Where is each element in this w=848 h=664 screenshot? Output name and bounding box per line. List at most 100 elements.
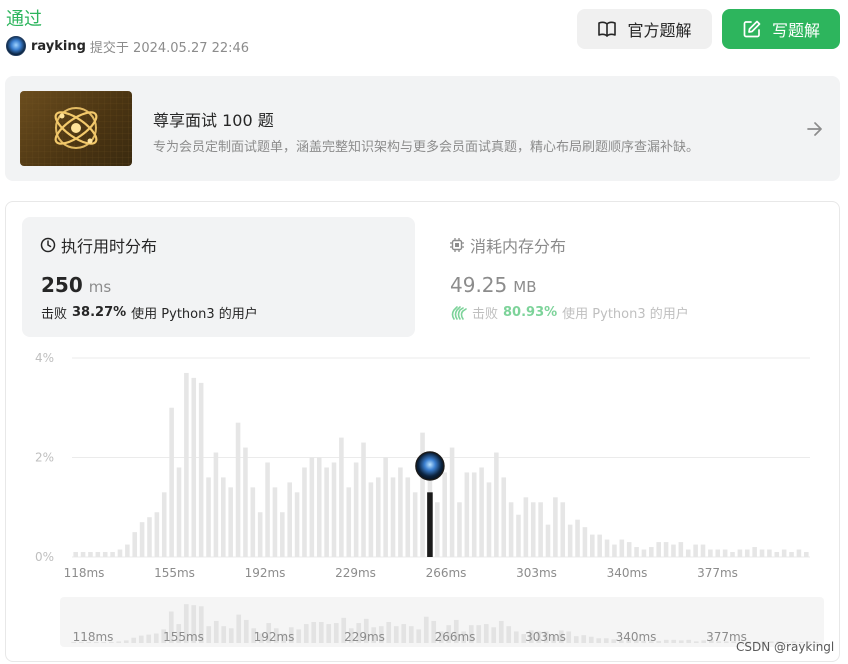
runtime-title: 执行用时分布 [40, 233, 157, 257]
overview-x-tick-label: 266ms [435, 630, 476, 644]
chart-bar [671, 544, 676, 557]
x-tick-label: 303ms [516, 566, 557, 580]
chart-bar [752, 547, 757, 557]
overview-bar [243, 619, 249, 643]
chart-bar [176, 467, 182, 557]
overview-bar [206, 626, 212, 643]
chart-bar [294, 492, 300, 557]
chart-bar [553, 497, 558, 557]
chart-bar [353, 462, 359, 557]
chart-bar [243, 447, 248, 557]
memory-beat-percent: 80.93% [503, 305, 558, 320]
arrow-right-icon[interactable] [805, 119, 825, 139]
overview-bar [483, 624, 489, 643]
memory-card[interactable]: 消耗内存分布 49.25 MB 击败 80.93% 使用 Python3 的用户 [431, 217, 824, 337]
chart-bar [110, 552, 115, 557]
chart-bar [479, 467, 484, 557]
overview-bar [656, 640, 662, 643]
overview-bar [123, 640, 129, 643]
chart-bar [767, 549, 772, 557]
overview-bar [401, 624, 407, 643]
chart-bar [560, 502, 566, 557]
chart-bar [139, 522, 145, 557]
chart-bar [715, 549, 721, 557]
chart-bar [331, 462, 337, 557]
avatar-marker [415, 451, 445, 481]
edit-icon [743, 20, 761, 38]
chart-bar [435, 502, 440, 557]
overview-bar [671, 639, 677, 643]
chart-bar [663, 542, 669, 557]
chart-bar [95, 552, 101, 557]
clap-icon [451, 305, 467, 320]
runtime-beat-percent: 38.27% [72, 305, 127, 320]
avatar[interactable] [6, 36, 26, 56]
memory-unit: MB [513, 278, 537, 296]
chart-bar [221, 477, 226, 557]
chart-bar [708, 549, 713, 557]
overview-bar [333, 623, 339, 643]
overview-x-tick-label: 229ms [344, 630, 385, 644]
chart-bar [235, 422, 241, 557]
chart-bar [789, 552, 794, 557]
chart-bar [612, 544, 617, 557]
runtime-overview-chart[interactable]: 118ms 155ms 192ms 229ms 266ms 303ms 340ms 377ms [60, 597, 824, 647]
chart-bar [685, 549, 691, 557]
overview-bar [678, 640, 684, 643]
overview-bar [566, 631, 572, 643]
chart-bar [486, 482, 492, 557]
runtime-distribution-chart[interactable]: 0% 2% 4% 118ms 155ms 192ms 229ms 266ms 303ms 340m… [22, 345, 824, 585]
chart-bar [324, 467, 329, 557]
overview-bar [603, 638, 609, 643]
chart-bar [339, 437, 344, 557]
chart-bar [412, 492, 418, 557]
chart-bar [169, 407, 174, 557]
chart-bar [796, 549, 802, 557]
chart-bar [198, 382, 204, 557]
chart-bar [102, 552, 108, 557]
chart-bar [471, 472, 477, 557]
chart-bar [656, 542, 661, 557]
runtime-unit: ms [88, 278, 112, 296]
overview-bar [596, 638, 602, 643]
runtime-title-text: 执行用时分布 [61, 237, 158, 256]
overview-x-tick-label: 303ms [525, 630, 566, 644]
chart-bar [420, 432, 425, 557]
chart-bar [154, 512, 160, 557]
chart-bar [693, 544, 698, 557]
y-tick-label: 0% [35, 550, 54, 564]
chart-bar [390, 477, 396, 557]
author-name[interactable]: rayking [31, 39, 86, 54]
submission-detail: 通过 rayking 提交于 2024.05.27 22:46 官方题解 写题解 [0, 0, 848, 664]
y-tick-label: 2% [35, 451, 54, 465]
y-tick-label: 4% [35, 351, 54, 365]
chart-bar [442, 472, 447, 557]
overview-bar [221, 626, 227, 643]
memory-title-text: 消耗内存分布 [470, 237, 567, 256]
runtime-beat-prefix: 击败 [41, 307, 68, 322]
chart-bar [494, 452, 499, 557]
write-solution-button[interactable]: 写题解 [722, 9, 840, 49]
overview-bar [311, 622, 317, 643]
chart-bar [449, 447, 455, 557]
x-tick-label: 266ms [426, 566, 467, 580]
overview-bar [296, 629, 302, 643]
overview-bar [213, 620, 219, 643]
chart-bar [161, 492, 167, 557]
chart-bar [508, 502, 514, 557]
chart-bar [272, 487, 278, 557]
chart-bar [516, 514, 521, 557]
official-solution-button[interactable]: 官方题解 [577, 9, 712, 49]
overview-bar [318, 622, 324, 643]
chart-bar [147, 517, 152, 557]
x-tick-label: 155ms [154, 566, 195, 580]
chart-bar [523, 497, 529, 557]
runtime-card[interactable]: 执行用时分布 250 ms 击败 38.27% 使用 Python3 的用户 [22, 217, 415, 337]
runtime-beat-suffix: 使用 Python3 的用户 [131, 307, 258, 322]
premium-banner[interactable]: 尊享面试 100 题 专为会员定制面试题单，涵盖完整知识架构与更多会员面试真题，… [5, 76, 840, 181]
overview-bar [506, 626, 512, 643]
overview-bar [386, 622, 392, 643]
chart-bar [530, 502, 536, 557]
chart-bar [700, 544, 706, 557]
overview-bar [131, 637, 137, 643]
